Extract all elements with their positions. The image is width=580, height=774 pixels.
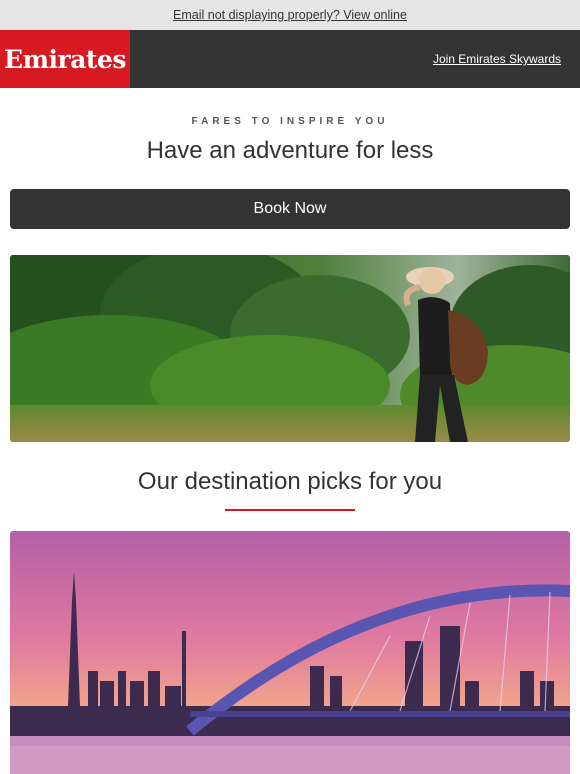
- title-divider: [225, 509, 355, 511]
- destinations-heading: Our destination picks for you: [137, 468, 443, 495]
- emirates-logo[interactable]: Emirates: [0, 30, 130, 88]
- view-online-link[interactable]: Email not displaying properly? View onli…: [173, 8, 407, 22]
- book-now-button[interactable]: Book Now: [10, 189, 570, 229]
- email-header: Emirates Join Emirates Skywards: [0, 30, 580, 88]
- destination-image-dubai[interactable]: [10, 531, 570, 774]
- eyebrow-text: FARES TO INSPIRE YOU: [191, 116, 389, 127]
- hero-image-traveller[interactable]: [10, 255, 570, 442]
- intro-section: FARES TO INSPIRE YOU Have an adventure f…: [0, 116, 580, 229]
- join-skywards-link[interactable]: Join Emirates Skywards: [433, 30, 580, 88]
- preheader-bar: Email not displaying properly? View onli…: [0, 0, 580, 30]
- page-title: Have an adventure for less: [146, 137, 434, 164]
